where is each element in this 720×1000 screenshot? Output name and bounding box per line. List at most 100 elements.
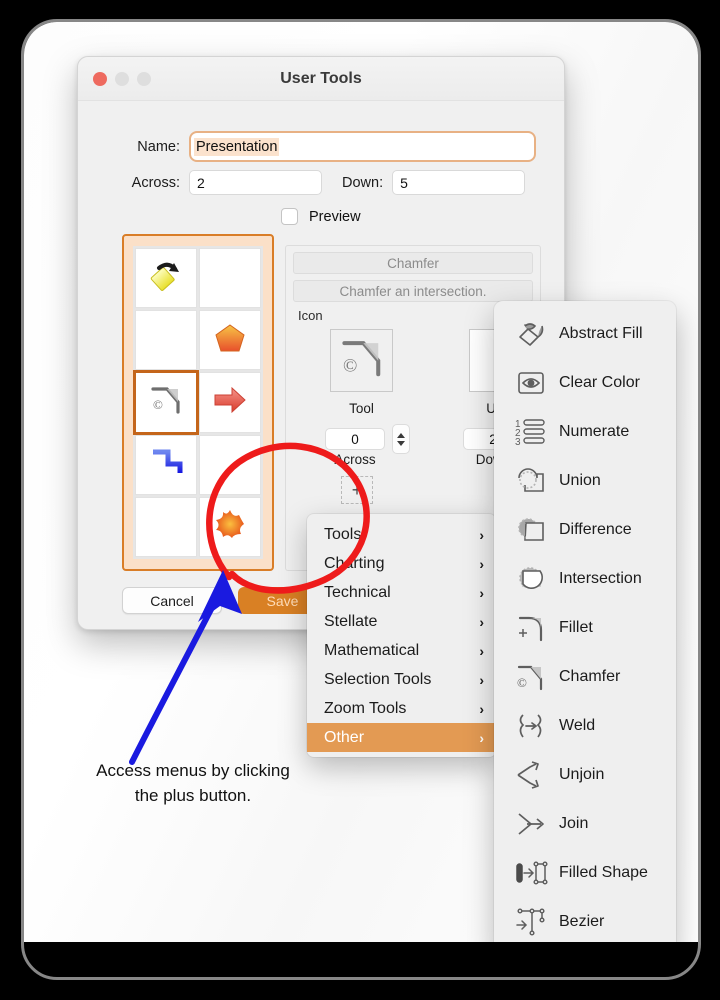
svg-text:©: © xyxy=(153,397,163,412)
zigzag-polyline-icon xyxy=(149,446,183,483)
submenu-item-bezier[interactable]: Bezier xyxy=(494,897,676,942)
menu-item-mathematical[interactable]: Mathematical › xyxy=(307,636,496,665)
chamfer-icon: © xyxy=(339,335,385,386)
menu-item-technical[interactable]: Technical › xyxy=(307,578,496,607)
splat-icon xyxy=(213,507,247,546)
down-label: Down: xyxy=(342,174,384,191)
tool-icon-caption: Tool xyxy=(349,401,374,416)
detail-across-input[interactable]: 0 xyxy=(325,428,385,450)
grid-cell-3[interactable] xyxy=(135,310,197,371)
across-label: Across: xyxy=(131,174,180,191)
zoom-button[interactable] xyxy=(137,72,151,86)
chevron-right-icon: › xyxy=(479,700,484,717)
submenu-item-label: Difference xyxy=(559,520,632,538)
icon-section-label: Icon xyxy=(298,308,323,323)
other-submenu: Abstract Fill Clear Color 1 2 3 Numerate… xyxy=(494,301,676,942)
submenu-item-clear-color[interactable]: Clear Color xyxy=(494,358,676,407)
cancel-button[interactable]: Cancel xyxy=(122,587,222,614)
minimize-button[interactable] xyxy=(115,72,129,86)
grid-cell-7[interactable] xyxy=(135,434,197,495)
menu-item-tools[interactable]: Tools › xyxy=(307,520,496,549)
submenu-item-label: Union xyxy=(559,471,601,489)
grid-cell-2[interactable] xyxy=(199,248,261,309)
menu-item-label: Charting xyxy=(324,554,385,572)
submenu-item-label: Intersection xyxy=(559,569,642,587)
submenu-item-label: Chamfer xyxy=(559,667,621,685)
submenu-item-label: Abstract Fill xyxy=(559,324,643,342)
grid-cell-6[interactable] xyxy=(199,372,261,433)
arrow-right-icon xyxy=(213,385,247,420)
submenu-item-filled-shape[interactable]: Filled Shape xyxy=(494,848,676,897)
grid-cell-5-selected[interactable]: © xyxy=(133,370,199,435)
name-input-value: Presentation xyxy=(194,137,280,156)
submenu-item-label: Join xyxy=(559,814,589,832)
name-input[interactable]: Presentation xyxy=(189,131,536,162)
submenu-item-join[interactable]: Join xyxy=(494,799,676,848)
submenu-item-label: Numerate xyxy=(559,422,630,440)
grid-cell-8[interactable] xyxy=(199,434,261,495)
numbered-list-icon: 1 2 3 xyxy=(511,412,551,452)
tool-icon-preview[interactable]: © xyxy=(330,329,393,392)
submenu-item-numerate[interactable]: 1 2 3 Numerate xyxy=(494,407,676,456)
filled-shape-icon xyxy=(511,853,551,893)
union-shapes-icon xyxy=(511,461,551,501)
paint-bucket-icon xyxy=(511,314,551,354)
preview-checkbox[interactable] xyxy=(281,208,298,225)
preview-row: Preview xyxy=(281,208,361,225)
submenu-item-label: Weld xyxy=(559,716,596,734)
menu-item-label: Selection Tools xyxy=(324,670,432,688)
chevron-right-icon: › xyxy=(479,671,484,688)
submenu-item-difference[interactable]: Difference xyxy=(494,505,676,554)
submenu-item-intersection[interactable]: Intersection xyxy=(494,554,676,603)
rotate-shape-icon xyxy=(149,259,183,298)
menu-item-other[interactable]: Other › xyxy=(307,723,496,752)
chevron-right-icon: › xyxy=(479,555,484,572)
close-button[interactable] xyxy=(93,72,107,86)
menu-item-label: Zoom Tools xyxy=(324,699,407,717)
bezier-icon xyxy=(511,902,551,942)
menu-item-stellate[interactable]: Stellate › xyxy=(307,607,496,636)
category-context-menu: Tools › Charting › Technical › Stellate … xyxy=(307,514,496,757)
grid-cell-4[interactable] xyxy=(199,310,261,371)
menu-item-label: Mathematical xyxy=(324,641,420,659)
add-menu-plus-button[interactable]: + xyxy=(341,476,373,504)
submenu-item-weld[interactable]: Weld xyxy=(494,701,676,750)
down-input[interactable]: 5 xyxy=(392,170,526,195)
grid-cell-1[interactable] xyxy=(135,248,197,309)
submenu-item-label: Filled Shape xyxy=(559,863,648,881)
svg-text:©: © xyxy=(517,675,527,690)
chevron-down-icon[interactable] xyxy=(397,440,405,446)
weld-icon xyxy=(511,706,551,746)
tool-description-field: Chamfer an intersection. xyxy=(293,280,533,302)
grid-cell-10[interactable] xyxy=(199,496,261,557)
join-icon xyxy=(511,804,551,844)
menu-item-charting[interactable]: Charting › xyxy=(307,549,496,578)
submenu-item-chamfer[interactable]: © Chamfer xyxy=(494,652,676,701)
menu-item-selection-tools[interactable]: Selection Tools › xyxy=(307,665,496,694)
submenu-item-label: Clear Color xyxy=(559,373,640,391)
screen-surface: User Tools Name: Presentation Across: 2 … xyxy=(24,22,698,942)
svg-text:©: © xyxy=(343,356,357,377)
pentagon-icon xyxy=(214,322,246,359)
chevron-right-icon: › xyxy=(479,729,484,746)
unjoin-icon xyxy=(511,755,551,795)
menu-item-label: Technical xyxy=(324,583,391,601)
fillet-icon xyxy=(511,608,551,648)
across-input[interactable]: 2 xyxy=(189,170,322,195)
grid-cell-9[interactable] xyxy=(135,496,197,557)
chamfer-icon: © xyxy=(511,657,551,697)
chamfer-icon: © xyxy=(149,383,183,422)
submenu-item-unjoin[interactable]: Unjoin xyxy=(494,750,676,799)
across-down-row: Across: 2 Down: 5 xyxy=(78,170,564,195)
chevron-right-icon: › xyxy=(479,584,484,601)
submenu-item-fillet[interactable]: Fillet xyxy=(494,603,676,652)
menu-item-zoom-tools[interactable]: Zoom Tools › xyxy=(307,694,496,723)
submenu-item-label: Bezier xyxy=(559,912,605,930)
tool-grid-panel: © xyxy=(122,234,274,571)
submenu-item-label: Fillet xyxy=(559,618,593,636)
intersection-shapes-icon xyxy=(511,559,551,599)
submenu-item-abstract-fill[interactable]: Abstract Fill xyxy=(494,309,676,358)
submenu-item-union[interactable]: Union xyxy=(494,456,676,505)
across-stepper[interactable] xyxy=(392,424,410,454)
chevron-up-icon[interactable] xyxy=(397,432,405,438)
